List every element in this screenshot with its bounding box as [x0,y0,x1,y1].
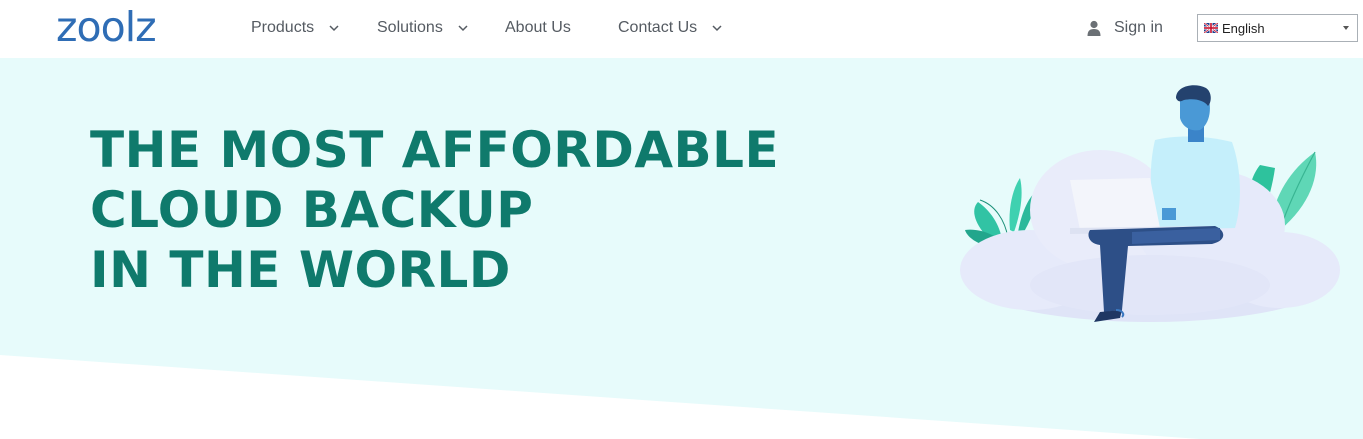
chevron-down-icon [329,25,339,32]
nav-contact-us[interactable]: Contact Us [618,18,723,38]
chevron-down-icon [458,25,468,32]
person-on-cloud-illustration [960,85,1340,322]
nav-about-us[interactable]: About Us [505,18,571,38]
zoolz-logo[interactable]: zoolz [56,2,157,52]
hero-headline: THE MOST AFFORDABLE CLOUD BACKUP IN THE … [90,120,779,300]
hero-headline-line-1: THE MOST AFFORDABLE [90,121,780,179]
language-selected-value: English [1222,20,1265,36]
nav-about-us-label: About Us [505,19,571,36]
nav-products-label: Products [251,19,315,36]
user-icon [1087,20,1101,36]
nav-contact-us-label: Contact Us [618,19,698,36]
nav-products[interactable]: Products [251,18,340,38]
hero-headline-line-2: CLOUD BACKUP [90,181,534,239]
sign-in-link[interactable]: Sign in [1087,18,1163,38]
uk-flag-icon [1204,23,1218,33]
chevron-down-icon [712,25,722,32]
caret-down-icon [1343,26,1349,30]
hero-headline-line-3: IN THE WORLD [90,241,511,299]
nav-solutions-label: Solutions [377,19,443,36]
site-header: zoolz Products Solutions About Us Contac… [0,0,1363,58]
sign-in-label: Sign in [1114,19,1163,36]
page: zoolz Products Solutions About Us Contac… [0,0,1363,439]
language-select[interactable]: English [1197,14,1358,42]
nav-solutions[interactable]: Solutions [377,18,469,38]
